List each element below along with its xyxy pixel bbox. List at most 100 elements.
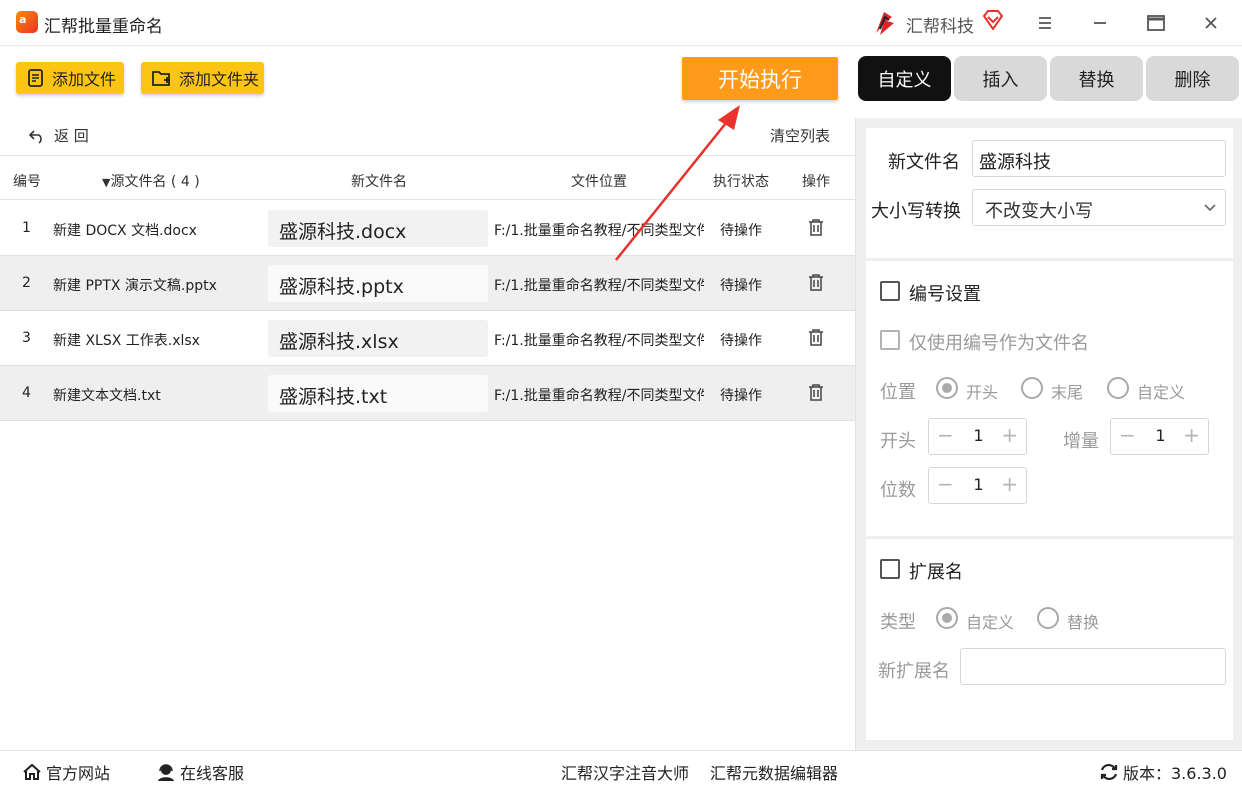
position-end-label: 末尾 bbox=[1051, 383, 1084, 402]
new-name-input[interactable]: 盛源科技 bbox=[972, 140, 1226, 177]
case-select[interactable]: 不改变大小写 bbox=[972, 189, 1226, 226]
table-row[interactable]: 4 新建文本文档.txt 盛源科技.txt F:/1.批量重命名教程/不同类型文… bbox=[0, 366, 855, 421]
official-site-label: 官方网站 bbox=[46, 764, 111, 783]
start-label: 开头 bbox=[880, 431, 916, 452]
tab-delete[interactable]: 删除 bbox=[1146, 56, 1239, 101]
clear-list-button[interactable]: 清空列表 bbox=[770, 125, 830, 146]
add-folder-label: 添加文件夹 bbox=[179, 70, 260, 89]
start-button[interactable]: 开始执行 bbox=[682, 57, 838, 100]
only-number-checkbox[interactable] bbox=[880, 330, 900, 350]
row-index: 1 bbox=[22, 220, 31, 236]
plus-icon[interactable]: + bbox=[1001, 423, 1018, 447]
extension-checkbox[interactable] bbox=[880, 559, 900, 579]
position-custom-radio[interactable] bbox=[1107, 377, 1129, 399]
official-site-link[interactable]: 官方网站 bbox=[22, 760, 110, 784]
extension-card: 扩展名 类型 自定义 替换 新扩展名 bbox=[866, 539, 1233, 740]
row-source-name: 新建文本文档.txt bbox=[53, 388, 161, 404]
position-end-radio[interactable] bbox=[1021, 377, 1043, 399]
app2-link[interactable]: 汇帮元数据编辑器 bbox=[710, 760, 838, 784]
header-action: 操作 bbox=[802, 174, 830, 190]
online-support-link[interactable]: 在线客服 bbox=[156, 760, 244, 784]
plus-icon[interactable]: + bbox=[1183, 423, 1200, 447]
type-replace-label: 替换 bbox=[1067, 613, 1100, 632]
settings-panel: 新文件名 盛源科技 大小写转换 不改变大小写 编号设置 仅使用编号作为文件名 位… bbox=[855, 118, 1242, 750]
row-new-name: 盛源科技.xlsx bbox=[268, 320, 488, 357]
version-info[interactable]: 版本：3.6.3.0 bbox=[1099, 760, 1227, 784]
row-index: 2 bbox=[22, 275, 31, 291]
refresh-icon bbox=[1100, 763, 1118, 781]
header-new-name: 新文件名 bbox=[351, 174, 407, 190]
extension-label: 扩展名 bbox=[909, 562, 963, 583]
chevron-down-icon bbox=[1204, 204, 1216, 212]
app1-link[interactable]: 汇帮汉字注音大师 bbox=[561, 760, 689, 784]
type-custom-radio[interactable] bbox=[936, 607, 958, 629]
add-file-icon bbox=[28, 69, 43, 87]
row-source-name: 新建 PPTX 演示文稿.pptx bbox=[53, 278, 217, 294]
digits-stepper[interactable]: − 1 + bbox=[928, 467, 1027, 504]
tab-insert[interactable]: 插入 bbox=[954, 56, 1047, 101]
vip-diamond-icon[interactable] bbox=[982, 10, 1004, 30]
table-row[interactable]: 3 新建 XLSX 工作表.xlsx 盛源科技.xlsx F:/1.批量重命名教… bbox=[0, 311, 855, 366]
row-location: F:/1.批量重命名教程/不同类型文件/ bbox=[494, 278, 704, 294]
start-stepper[interactable]: − 1 + bbox=[928, 418, 1027, 455]
row-status: 待操作 bbox=[720, 278, 762, 294]
new-ext-label: 新扩展名 bbox=[878, 661, 950, 682]
trash-icon[interactable] bbox=[808, 274, 824, 292]
position-custom-label: 自定义 bbox=[1137, 383, 1186, 402]
online-support-label: 在线客服 bbox=[180, 764, 245, 783]
add-folder-icon bbox=[152, 71, 170, 86]
add-folder-button[interactable]: 添加文件夹 bbox=[141, 62, 264, 94]
row-new-name: 盛源科技.docx bbox=[268, 210, 488, 247]
new-ext-input[interactable] bbox=[960, 648, 1226, 685]
trash-icon[interactable] bbox=[808, 219, 824, 237]
brand-logo-icon bbox=[870, 9, 898, 37]
add-file-button[interactable]: 添加文件 bbox=[16, 62, 124, 94]
minimize-icon[interactable] bbox=[1087, 10, 1113, 36]
position-start-radio[interactable] bbox=[936, 377, 958, 399]
digits-label: 位数 bbox=[880, 480, 916, 501]
row-location: F:/1.批量重命名教程/不同类型文件/ bbox=[494, 388, 704, 404]
type-custom-label: 自定义 bbox=[966, 613, 1015, 632]
row-location: F:/1.批量重命名教程/不同类型文件/ bbox=[494, 333, 704, 349]
version-label: 版本：3.6.3.0 bbox=[1123, 764, 1227, 783]
tab-custom[interactable]: 自定义 bbox=[858, 56, 951, 101]
numbering-checkbox[interactable] bbox=[880, 281, 900, 301]
row-new-name: 盛源科技.pptx bbox=[268, 265, 488, 302]
row-source-name: 新建 XLSX 工作表.xlsx bbox=[53, 333, 200, 349]
row-source-name: 新建 DOCX 文档.docx bbox=[53, 223, 197, 239]
position-label: 位置 bbox=[880, 382, 916, 403]
type-replace-radio[interactable] bbox=[1037, 607, 1059, 629]
row-index: 3 bbox=[22, 330, 31, 346]
increment-stepper[interactable]: − 1 + bbox=[1110, 418, 1209, 455]
menu-icon[interactable] bbox=[1032, 10, 1058, 36]
plus-icon[interactable]: + bbox=[1001, 472, 1018, 496]
tab-replace[interactable]: 替换 bbox=[1050, 56, 1143, 101]
back-label: 返 回 bbox=[54, 127, 89, 145]
case-label: 大小写转换 bbox=[871, 201, 961, 222]
back-arrow-icon bbox=[28, 129, 42, 144]
row-index: 4 bbox=[22, 385, 31, 401]
row-status: 待操作 bbox=[720, 333, 762, 349]
numbering-card: 编号设置 仅使用编号作为文件名 位置 开头 末尾 自定义 开头 − 1 + 增量… bbox=[866, 261, 1233, 536]
close-icon[interactable] bbox=[1198, 10, 1224, 36]
app-logo: a bbox=[16, 11, 38, 33]
header-source-label: 源文件名 ( 4 ) bbox=[110, 174, 200, 190]
rename-card: 新文件名 盛源科技 大小写转换 不改变大小写 bbox=[866, 128, 1233, 258]
increment-label: 增量 bbox=[1063, 431, 1099, 452]
numbering-label: 编号设置 bbox=[909, 284, 981, 305]
support-agent-icon bbox=[158, 764, 174, 781]
case-select-value: 不改变大小写 bbox=[985, 201, 1093, 222]
maximize-icon[interactable] bbox=[1143, 10, 1169, 36]
footer-bar: 官方网站 在线客服 汇帮汉字注音大师 汇帮元数据编辑器 版本：3.6.3.0 bbox=[0, 750, 1242, 787]
add-file-label: 添加文件 bbox=[52, 70, 117, 89]
trash-icon[interactable] bbox=[808, 384, 824, 402]
header-index: 编号 bbox=[13, 174, 41, 190]
home-icon bbox=[23, 763, 41, 780]
new-name-label: 新文件名 bbox=[888, 152, 960, 173]
brand-name: 汇帮科技 bbox=[906, 17, 974, 37]
title-bar: a 汇帮批量重命名 汇帮科技 bbox=[0, 0, 1242, 46]
trash-icon[interactable] bbox=[808, 329, 824, 347]
row-status: 待操作 bbox=[720, 388, 762, 404]
back-button[interactable]: 返 回 bbox=[28, 125, 89, 146]
header-source[interactable]: ▼源文件名 ( 4 ) bbox=[102, 171, 200, 191]
